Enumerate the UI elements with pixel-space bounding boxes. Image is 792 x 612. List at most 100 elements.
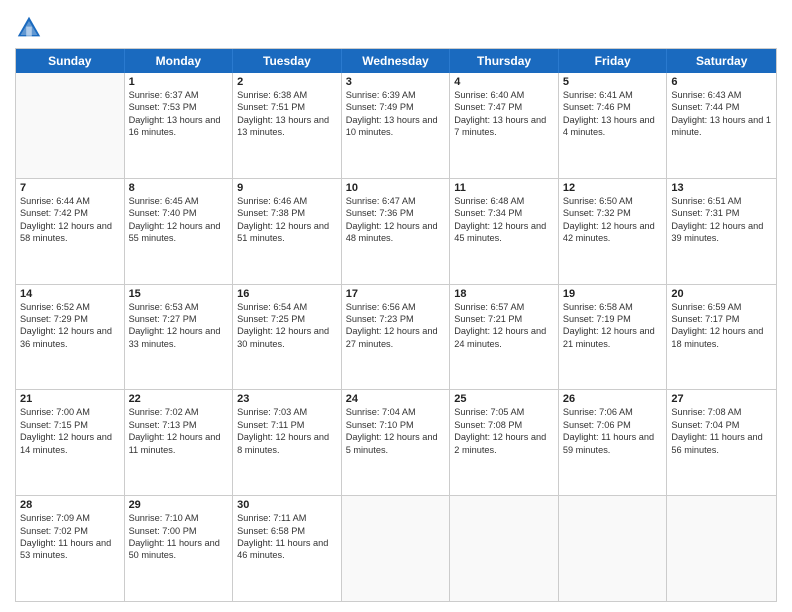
day-number: 17	[346, 288, 446, 300]
calendar-cell: 9Sunrise: 6:46 AMSunset: 7:38 PMDaylight…	[233, 179, 342, 284]
daylight-text: Daylight: 12 hours and 39 minutes.	[671, 220, 772, 245]
daylight-text: Daylight: 12 hours and 55 minutes.	[129, 220, 229, 245]
daylight-text: Daylight: 11 hours and 46 minutes.	[237, 537, 337, 562]
sunrise-text: Sunrise: 7:04 AM	[346, 406, 446, 418]
sunrise-text: Sunrise: 6:43 AM	[671, 89, 772, 101]
calendar-cell: 2Sunrise: 6:38 AMSunset: 7:51 PMDaylight…	[233, 73, 342, 178]
daylight-text: Daylight: 12 hours and 5 minutes.	[346, 431, 446, 456]
calendar-cell: 22Sunrise: 7:02 AMSunset: 7:13 PMDayligh…	[125, 390, 234, 495]
calendar-week-2: 7Sunrise: 6:44 AMSunset: 7:42 PMDaylight…	[16, 178, 776, 284]
sunset-text: Sunset: 7:38 PM	[237, 207, 337, 219]
sunset-text: Sunset: 7:19 PM	[563, 313, 663, 325]
day-number: 5	[563, 76, 663, 88]
daylight-text: Daylight: 12 hours and 8 minutes.	[237, 431, 337, 456]
calendar-cell: 20Sunrise: 6:59 AMSunset: 7:17 PMDayligh…	[667, 285, 776, 390]
calendar-cell: 15Sunrise: 6:53 AMSunset: 7:27 PMDayligh…	[125, 285, 234, 390]
calendar-cell: 13Sunrise: 6:51 AMSunset: 7:31 PMDayligh…	[667, 179, 776, 284]
day-number: 19	[563, 288, 663, 300]
calendar-cell: 18Sunrise: 6:57 AMSunset: 7:21 PMDayligh…	[450, 285, 559, 390]
sunrise-text: Sunrise: 6:37 AM	[129, 89, 229, 101]
calendar-week-3: 14Sunrise: 6:52 AMSunset: 7:29 PMDayligh…	[16, 284, 776, 390]
day-number: 24	[346, 393, 446, 405]
sunset-text: Sunset: 7:17 PM	[671, 313, 772, 325]
calendar-cell	[16, 73, 125, 178]
day-number: 25	[454, 393, 554, 405]
daylight-text: Daylight: 12 hours and 45 minutes.	[454, 220, 554, 245]
logo	[15, 14, 45, 42]
page: SundayMondayTuesdayWednesdayThursdayFrid…	[0, 0, 792, 612]
day-number: 22	[129, 393, 229, 405]
sunrise-text: Sunrise: 6:39 AM	[346, 89, 446, 101]
daylight-text: Daylight: 13 hours and 13 minutes.	[237, 114, 337, 139]
daylight-text: Daylight: 11 hours and 56 minutes.	[671, 431, 772, 456]
day-number: 30	[237, 499, 337, 511]
day-number: 12	[563, 182, 663, 194]
sunrise-text: Sunrise: 6:46 AM	[237, 195, 337, 207]
header-day-wednesday: Wednesday	[342, 49, 451, 73]
sunset-text: Sunset: 7:25 PM	[237, 313, 337, 325]
sunrise-text: Sunrise: 6:54 AM	[237, 301, 337, 313]
calendar-cell: 12Sunrise: 6:50 AMSunset: 7:32 PMDayligh…	[559, 179, 668, 284]
header	[15, 10, 777, 42]
daylight-text: Daylight: 11 hours and 53 minutes.	[20, 537, 120, 562]
sunrise-text: Sunrise: 7:11 AM	[237, 512, 337, 524]
day-number: 2	[237, 76, 337, 88]
day-number: 13	[671, 182, 772, 194]
calendar-cell: 29Sunrise: 7:10 AMSunset: 7:00 PMDayligh…	[125, 496, 234, 601]
daylight-text: Daylight: 12 hours and 58 minutes.	[20, 220, 120, 245]
calendar-body: 1Sunrise: 6:37 AMSunset: 7:53 PMDaylight…	[16, 73, 776, 601]
sunrise-text: Sunrise: 6:50 AM	[563, 195, 663, 207]
day-number: 26	[563, 393, 663, 405]
sunrise-text: Sunrise: 6:45 AM	[129, 195, 229, 207]
daylight-text: Daylight: 12 hours and 14 minutes.	[20, 431, 120, 456]
header-day-saturday: Saturday	[667, 49, 776, 73]
calendar-cell: 8Sunrise: 6:45 AMSunset: 7:40 PMDaylight…	[125, 179, 234, 284]
daylight-text: Daylight: 12 hours and 51 minutes.	[237, 220, 337, 245]
calendar-cell: 5Sunrise: 6:41 AMSunset: 7:46 PMDaylight…	[559, 73, 668, 178]
sunrise-text: Sunrise: 6:52 AM	[20, 301, 120, 313]
sunset-text: Sunset: 7:15 PM	[20, 419, 120, 431]
daylight-text: Daylight: 11 hours and 59 minutes.	[563, 431, 663, 456]
calendar-cell: 16Sunrise: 6:54 AMSunset: 7:25 PMDayligh…	[233, 285, 342, 390]
sunrise-text: Sunrise: 7:05 AM	[454, 406, 554, 418]
daylight-text: Daylight: 12 hours and 36 minutes.	[20, 325, 120, 350]
day-number: 8	[129, 182, 229, 194]
daylight-text: Daylight: 12 hours and 42 minutes.	[563, 220, 663, 245]
calendar-cell: 1Sunrise: 6:37 AMSunset: 7:53 PMDaylight…	[125, 73, 234, 178]
calendar-cell: 30Sunrise: 7:11 AMSunset: 6:58 PMDayligh…	[233, 496, 342, 601]
sunrise-text: Sunrise: 6:57 AM	[454, 301, 554, 313]
calendar-cell	[450, 496, 559, 601]
calendar-cell: 17Sunrise: 6:56 AMSunset: 7:23 PMDayligh…	[342, 285, 451, 390]
sunrise-text: Sunrise: 6:44 AM	[20, 195, 120, 207]
day-number: 29	[129, 499, 229, 511]
sunset-text: Sunset: 7:46 PM	[563, 101, 663, 113]
calendar-cell: 7Sunrise: 6:44 AMSunset: 7:42 PMDaylight…	[16, 179, 125, 284]
daylight-text: Daylight: 13 hours and 16 minutes.	[129, 114, 229, 139]
sunset-text: Sunset: 7:42 PM	[20, 207, 120, 219]
calendar-cell: 28Sunrise: 7:09 AMSunset: 7:02 PMDayligh…	[16, 496, 125, 601]
calendar-cell: 3Sunrise: 6:39 AMSunset: 7:49 PMDaylight…	[342, 73, 451, 178]
sunset-text: Sunset: 7:44 PM	[671, 101, 772, 113]
day-number: 6	[671, 76, 772, 88]
day-number: 18	[454, 288, 554, 300]
sunset-text: Sunset: 7:34 PM	[454, 207, 554, 219]
sunset-text: Sunset: 7:10 PM	[346, 419, 446, 431]
sunset-text: Sunset: 7:21 PM	[454, 313, 554, 325]
sunset-text: Sunset: 7:51 PM	[237, 101, 337, 113]
day-number: 23	[237, 393, 337, 405]
sunrise-text: Sunrise: 6:47 AM	[346, 195, 446, 207]
daylight-text: Daylight: 12 hours and 30 minutes.	[237, 325, 337, 350]
sunrise-text: Sunrise: 6:58 AM	[563, 301, 663, 313]
sunrise-text: Sunrise: 6:38 AM	[237, 89, 337, 101]
daylight-text: Daylight: 12 hours and 27 minutes.	[346, 325, 446, 350]
sunrise-text: Sunrise: 7:03 AM	[237, 406, 337, 418]
calendar-cell: 10Sunrise: 6:47 AMSunset: 7:36 PMDayligh…	[342, 179, 451, 284]
header-day-tuesday: Tuesday	[233, 49, 342, 73]
sunrise-text: Sunrise: 6:40 AM	[454, 89, 554, 101]
calendar-cell: 4Sunrise: 6:40 AMSunset: 7:47 PMDaylight…	[450, 73, 559, 178]
sunset-text: Sunset: 7:27 PM	[129, 313, 229, 325]
calendar-cell	[667, 496, 776, 601]
day-number: 1	[129, 76, 229, 88]
day-number: 9	[237, 182, 337, 194]
day-number: 21	[20, 393, 120, 405]
